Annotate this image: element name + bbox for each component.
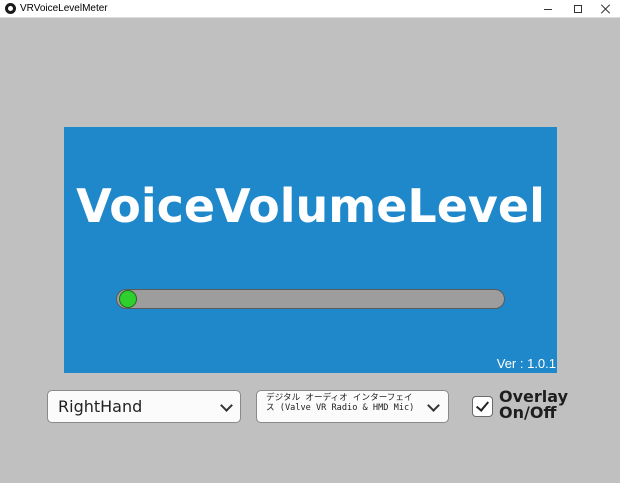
app-icon <box>5 3 16 14</box>
overlay-label-line2: On/Off <box>499 403 557 422</box>
checkmark-icon <box>475 398 490 412</box>
maximize-button[interactable] <box>563 0 593 18</box>
version-label: Ver : 1.0.1 <box>496 356 556 371</box>
audio-device-select[interactable]: デジタル オーディオ インターフェイス (Valve VR Radio & HM… <box>256 390 449 423</box>
title-bar: VRVoiceLevelMeter <box>0 0 620 18</box>
close-icon <box>601 4 611 14</box>
voice-level-meter <box>116 289 505 309</box>
minimize-icon <box>544 8 552 10</box>
window-title: VRVoiceLevelMeter <box>20 3 108 14</box>
minimize-button[interactable] <box>533 0 563 18</box>
level-indicator <box>119 290 137 308</box>
close-button[interactable] <box>591 0 620 18</box>
voice-level-panel: VoiceVolumeLevel Ver : 1.0.1 <box>64 127 557 373</box>
overlay-toggle-label[interactable]: Overlay On/Off <box>499 389 574 421</box>
chevron-down-icon <box>427 399 440 412</box>
overlay-checkbox[interactable] <box>472 396 493 417</box>
audio-device-select-value: デジタル オーディオ インターフェイス (Valve VR Radio & HM… <box>266 393 415 413</box>
chevron-down-icon <box>220 399 233 412</box>
hand-select[interactable]: RightHand <box>47 390 241 423</box>
hand-select-value: RightHand <box>58 397 143 416</box>
panel-title: VoiceVolumeLevel <box>76 179 545 233</box>
maximize-icon <box>574 5 582 13</box>
